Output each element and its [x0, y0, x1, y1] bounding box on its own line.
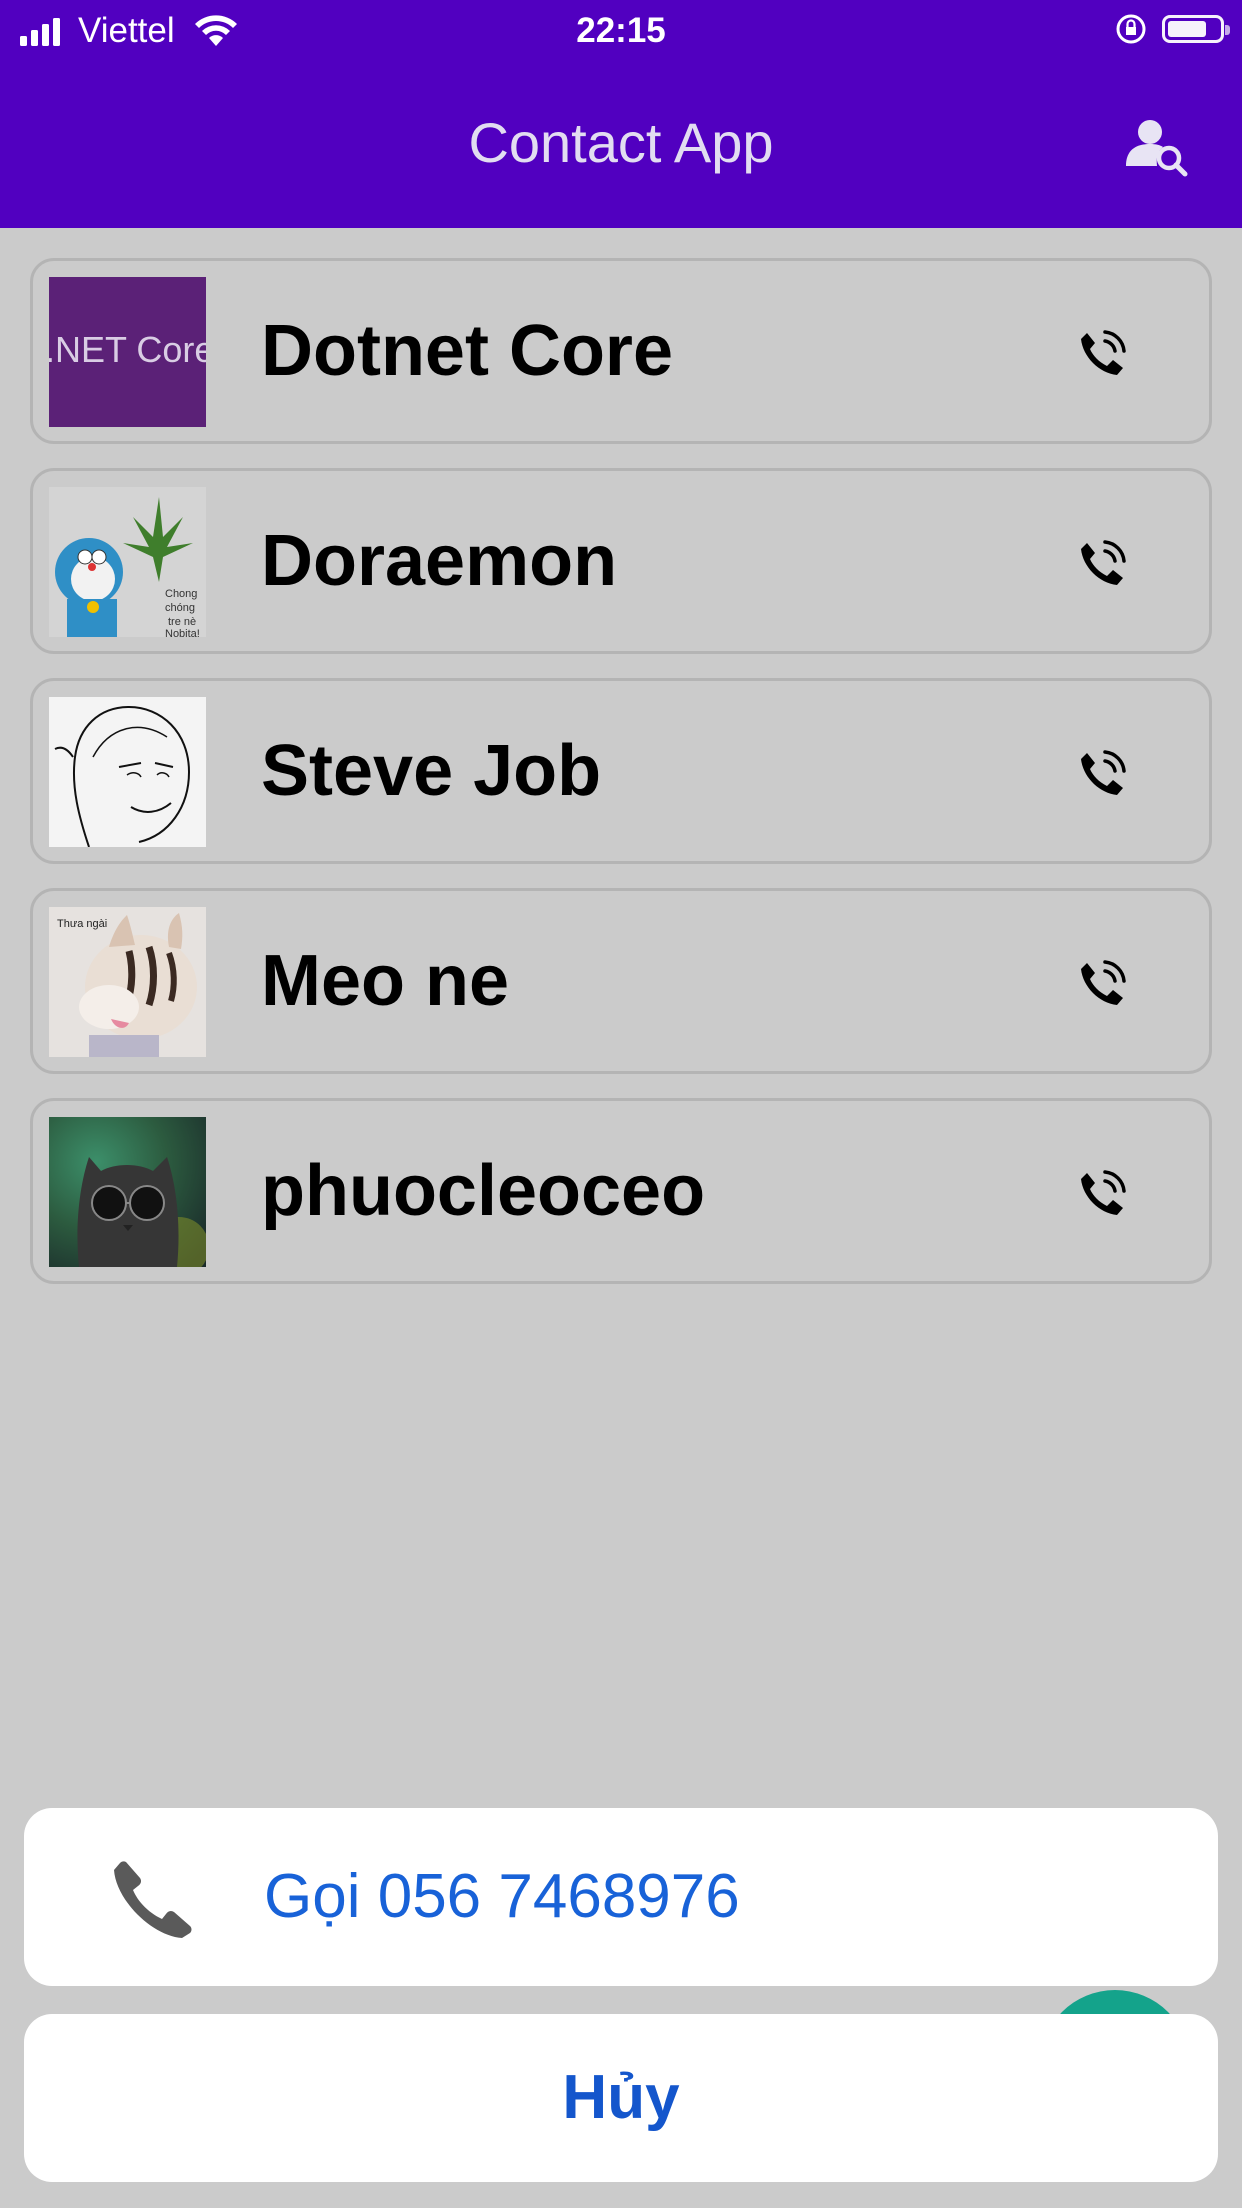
phone-icon	[114, 1861, 192, 1938]
contact-item[interactable]: .NET Core Dotnet Core	[30, 258, 1212, 444]
contact-list: .NET Core Dotnet Core Chong chóng tre nè…	[30, 258, 1212, 1308]
contact-item[interactable]: Thưa ngài Meo ne	[30, 888, 1212, 1074]
svg-text:chóng: chóng	[165, 602, 195, 614]
call-action-button[interactable]: Gọi 056 7468976	[24, 1808, 1218, 1986]
avatar-text: .NET Core	[49, 329, 206, 370]
page-title: Contact App	[468, 111, 774, 174]
cancel-label: Hủy	[562, 2063, 680, 2132]
contact-item[interactable]: Chong chóng tre nè Nobita! Doraemon	[30, 468, 1212, 654]
svg-text:Chong: Chong	[165, 588, 197, 600]
avatar-text: Thưa ngài	[57, 918, 107, 930]
phone-call-icon[interactable]	[1077, 1169, 1127, 1219]
contact-name: phuocleoceo	[261, 1151, 706, 1231]
cancel-button[interactable]: Hủy	[24, 2014, 1218, 2182]
app-header: Viettel 22:15 Contact App	[0, 0, 1242, 228]
call-action-label: Gọi 056 7468976	[264, 1862, 740, 1931]
phone-call-icon[interactable]	[1077, 329, 1127, 379]
avatar: Chong chóng tre nè Nobita!	[49, 487, 206, 637]
contact-name: Dotnet Core	[261, 311, 673, 391]
avatar	[49, 1117, 206, 1267]
avatar	[49, 697, 206, 847]
search-user-icon[interactable]	[1124, 114, 1190, 180]
phone-call-icon[interactable]	[1077, 959, 1127, 1009]
contact-item[interactable]: phuocleoceo	[30, 1098, 1212, 1284]
svg-text:Nobita!: Nobita!	[165, 628, 200, 637]
contact-name: Doraemon	[261, 521, 618, 601]
svg-text:tre nè: tre nè	[168, 616, 196, 628]
contact-name: Steve Job	[261, 731, 602, 811]
status-time: 22:15	[576, 11, 666, 50]
orientation-lock-icon	[1116, 14, 1146, 44]
status-bar: Viettel 22:15	[0, 0, 1242, 62]
status-right	[1114, 12, 1230, 46]
phone-call-icon[interactable]	[1077, 539, 1127, 589]
contact-name: Meo ne	[261, 941, 510, 1021]
avatar: .NET Core	[49, 277, 206, 427]
avatar: Thưa ngài	[49, 907, 206, 1057]
battery-icon	[1162, 15, 1230, 43]
contact-item[interactable]: Steve Job	[30, 678, 1212, 864]
phone-call-icon[interactable]	[1077, 749, 1127, 799]
